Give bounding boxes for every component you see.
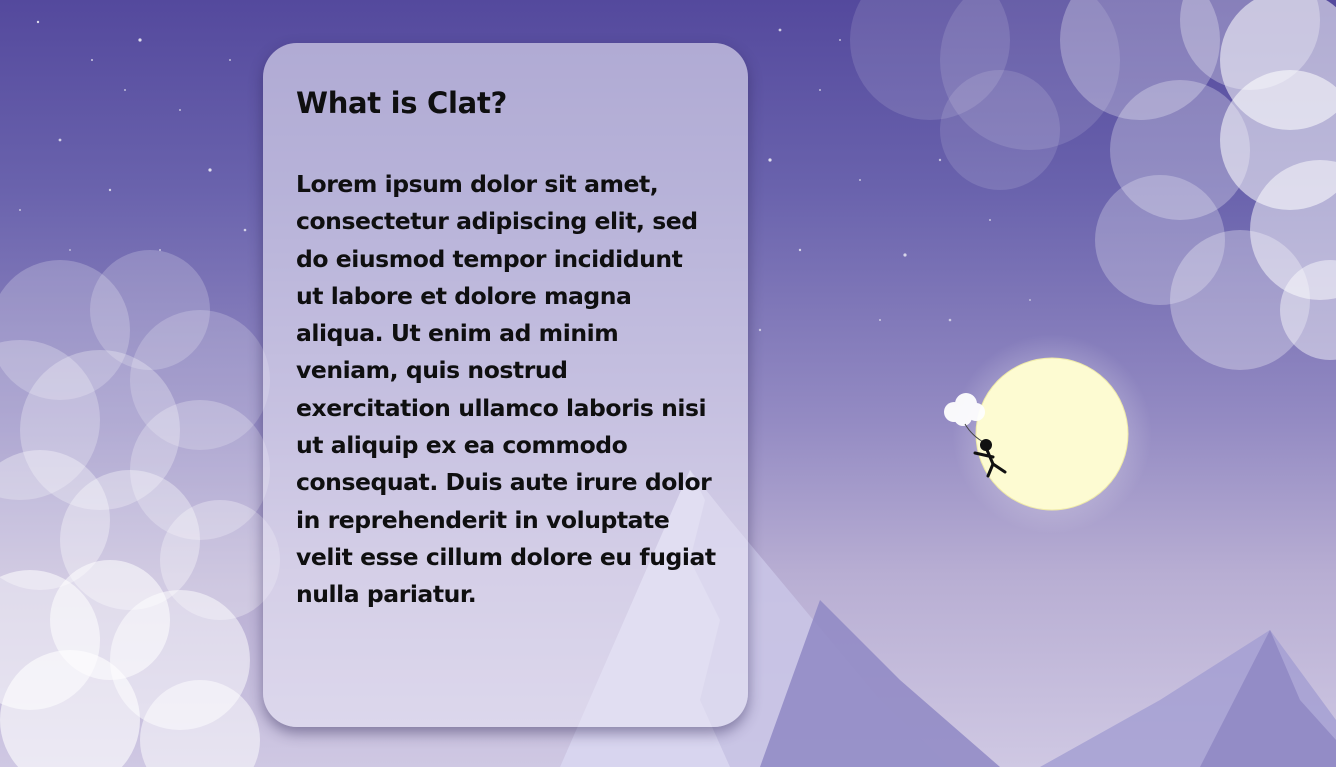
moon [952,334,1152,534]
night-sky-scene: What is Clat? Lorem ipsum dolor sit amet… [0,0,1336,767]
card-body-text: Lorem ipsum dolor sit amet, consectetur … [296,170,716,609]
right-clouds [850,0,1336,370]
left-clouds [0,250,280,767]
info-card: What is Clat? Lorem ipsum dolor sit amet… [263,43,748,727]
card-title: What is Clat? [296,86,508,120]
